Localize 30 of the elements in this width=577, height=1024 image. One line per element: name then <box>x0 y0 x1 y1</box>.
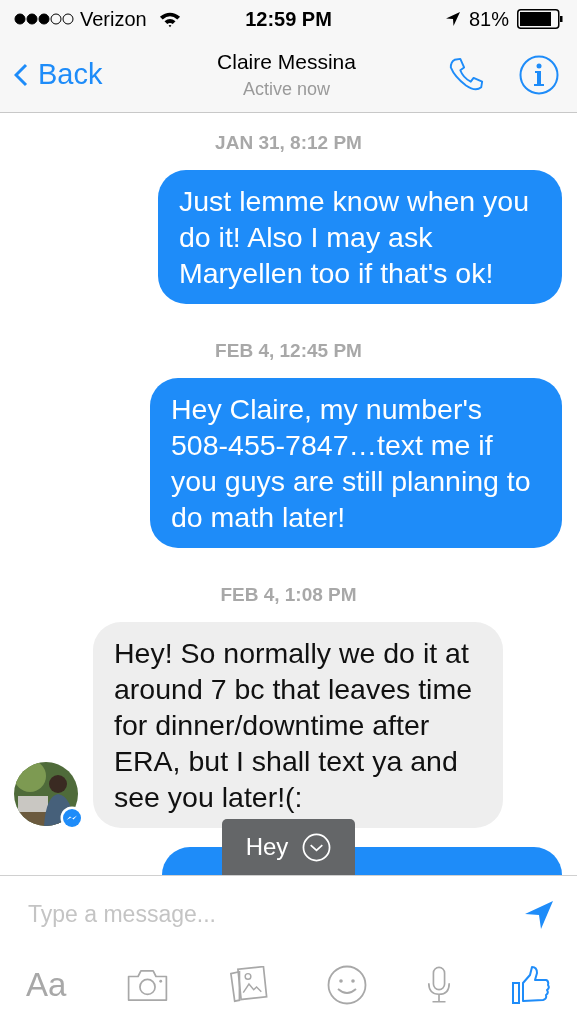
send-icon[interactable] <box>523 898 555 931</box>
contact-name: Claire Messina <box>217 49 356 75</box>
timestamp: FEB 4, 12:45 PM <box>215 338 362 363</box>
message-input[interactable]: Type a message... <box>28 897 523 932</box>
chevron-left-icon <box>14 62 28 88</box>
message-bubble: Hey! So normally we do it at around 7 bc that leaves time for dinner/downtime after ERA, but I shall text ya and see you later!(: <box>93 622 503 828</box>
chevron-down-circle-icon <box>302 832 332 862</box>
photos-icon[interactable] <box>227 965 268 1004</box>
message-bubble: Hey Claire, my number's 508-455-7847…text me if you guys are still planning to do math later! <box>150 378 562 548</box>
message-bubble: Just lemme know when you do it! Also I may ask Maryellen too if that's ok! <box>158 170 562 304</box>
clock-time: 12:59 PM <box>245 7 332 32</box>
text-format-button[interactable]: Aa <box>26 959 67 1010</box>
back-button[interactable]: Back <box>14 53 103 97</box>
microphone-icon[interactable] <box>425 964 452 1005</box>
quick-reply-label: Hey <box>245 832 289 862</box>
location-arrow-icon <box>444 11 461 27</box>
timestamp: FEB 4, 1:08 PM <box>220 582 357 607</box>
thumbs-up-icon[interactable] <box>511 964 551 1005</box>
wifi-icon <box>158 10 181 28</box>
info-icon[interactable] <box>519 55 559 95</box>
messenger-badge-icon <box>60 806 84 830</box>
battery-percent: 81% <box>468 7 509 32</box>
quick-reply-popup[interactable]: Hey <box>222 819 355 875</box>
timestamp: JAN 31, 8:12 PM <box>215 130 362 155</box>
signal-icon <box>14 13 74 25</box>
emoji-icon[interactable] <box>326 964 367 1005</box>
active-status: Active now <box>243 78 331 101</box>
battery-icon <box>517 9 563 29</box>
camera-icon[interactable] <box>125 967 169 1002</box>
carrier-name: Verizon <box>80 7 147 32</box>
